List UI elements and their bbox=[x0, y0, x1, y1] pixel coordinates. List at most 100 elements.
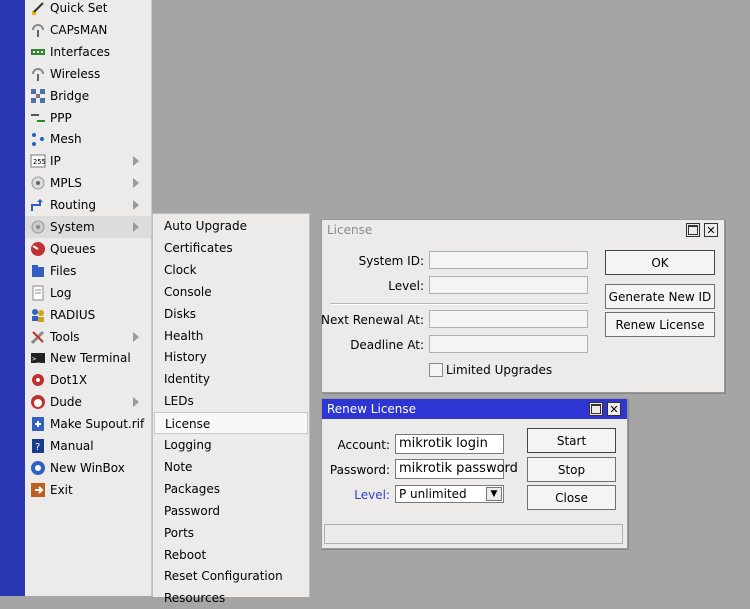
submenu-item-packages[interactable]: Packages bbox=[154, 478, 308, 500]
sidebar-item-ppp[interactable]: PPP bbox=[25, 107, 151, 129]
sidebar-item-exit[interactable]: Exit bbox=[25, 479, 151, 501]
submenu-item-label: LEDs bbox=[164, 394, 194, 409]
sidebar-item-label: IP bbox=[50, 154, 61, 169]
sidebar-item-capsman[interactable]: CAPsMAN bbox=[25, 19, 151, 41]
close-window-button[interactable]: ✕ bbox=[704, 223, 718, 237]
submenu-arrow-icon bbox=[133, 200, 139, 211]
sidebar-item-system[interactable]: System bbox=[25, 216, 151, 238]
submenu-arrow-icon bbox=[133, 178, 139, 189]
submenu-item-label: Health bbox=[164, 328, 204, 343]
close-button[interactable]: Close bbox=[527, 485, 616, 510]
submenu-item-reboot[interactable]: Reboot bbox=[154, 544, 308, 566]
submenu-item-auto-upgrade[interactable]: Auto Upgrade bbox=[154, 215, 308, 237]
submenu-item-label: History bbox=[164, 350, 207, 365]
start-button[interactable]: Start bbox=[527, 428, 616, 453]
status-bar bbox=[324, 524, 623, 544]
license-window-titlebar[interactable]: License ✕ bbox=[322, 220, 724, 240]
submenu-item-label: Reset Configuration bbox=[164, 569, 283, 584]
submenu-item-license[interactable]: License bbox=[154, 412, 308, 435]
maximize-button[interactable] bbox=[686, 223, 700, 237]
ok-button[interactable]: OK bbox=[605, 250, 715, 275]
sidebar-item-wireless[interactable]: Wireless bbox=[25, 63, 151, 85]
dropdown-button[interactable]: ▼ bbox=[486, 487, 502, 501]
sidebar-item-ip[interactable]: 255 IP bbox=[25, 150, 151, 172]
sidebar-item-manual[interactable]: ? Manual bbox=[25, 435, 151, 457]
renew-license-button[interactable]: Renew License bbox=[605, 312, 715, 337]
maximize-button[interactable] bbox=[589, 402, 603, 416]
submenu-item-certificates[interactable]: Certificates bbox=[154, 237, 308, 259]
submenu-item-disks[interactable]: Disks bbox=[154, 303, 308, 325]
sidebar-item-label: Dot1X bbox=[50, 373, 88, 388]
submenu-item-reset-configuration[interactable]: Reset Configuration bbox=[154, 565, 308, 587]
sidebar-item-bridge[interactable]: Bridge bbox=[25, 85, 151, 107]
sidebar-item-routing[interactable]: Routing bbox=[25, 194, 151, 216]
submenu-arrow-icon bbox=[133, 331, 139, 342]
submenu-item-health[interactable]: Health bbox=[154, 325, 308, 347]
next-renewal-field[interactable] bbox=[429, 310, 588, 328]
sidebar-item-label: Queues bbox=[50, 241, 96, 256]
system-icon bbox=[30, 219, 46, 235]
close-icon: ✕ bbox=[609, 402, 619, 416]
license-window-title: License bbox=[327, 223, 373, 237]
winbox-icon bbox=[30, 460, 46, 476]
sidebar-item-tools[interactable]: Tools bbox=[25, 326, 151, 348]
sidebar-item-dude[interactable]: Dude bbox=[25, 391, 151, 413]
submenu-item-logging[interactable]: Logging bbox=[154, 434, 308, 456]
level-field[interactable] bbox=[429, 276, 588, 294]
password-input[interactable]: mikrotik password bbox=[395, 459, 518, 479]
sidebar-item-queues[interactable]: Queues bbox=[25, 238, 151, 260]
sidebar-item-new-terminal[interactable]: >_ New Terminal bbox=[25, 347, 151, 369]
submenu-arrow-icon bbox=[133, 156, 139, 167]
routing-icon bbox=[30, 197, 46, 213]
next-renewal-label: Next Renewal At: bbox=[320, 313, 424, 327]
supout-icon bbox=[30, 416, 46, 432]
ppp-icon bbox=[30, 110, 46, 126]
sidebar-item-label: Tools bbox=[50, 329, 80, 344]
deadline-field[interactable] bbox=[429, 335, 588, 353]
submenu-arrow-icon bbox=[133, 222, 139, 232]
main-menu: Quick Set CAPsMAN Interfaces Wireless Bridge… bbox=[25, 0, 152, 596]
sidebar-item-new-winbox[interactable]: New WinBox bbox=[25, 457, 151, 479]
submenu-item-label: Disks bbox=[164, 306, 197, 321]
sidebar-item-mesh[interactable]: Mesh bbox=[25, 128, 151, 150]
mesh-icon bbox=[30, 131, 46, 147]
submenu-item-ports[interactable]: Ports bbox=[154, 522, 308, 544]
level-select[interactable]: P unlimited ▼ bbox=[395, 485, 504, 503]
submenu-item-clock[interactable]: Clock bbox=[154, 259, 308, 281]
close-window-button[interactable]: ✕ bbox=[607, 402, 621, 416]
radius-icon bbox=[30, 307, 46, 323]
sidebar-item-radius[interactable]: RADIUS bbox=[25, 304, 151, 326]
submenu-item-note[interactable]: Note bbox=[154, 456, 308, 478]
submenu-item-leds[interactable]: LEDs bbox=[154, 390, 308, 412]
stop-button[interactable]: Stop bbox=[527, 457, 616, 482]
system-id-label: System ID: bbox=[358, 254, 424, 268]
sidebar-item-dot1x[interactable]: Dot1X bbox=[25, 369, 151, 391]
submenu-item-console[interactable]: Console bbox=[154, 281, 308, 303]
limited-upgrades-checkbox[interactable] bbox=[429, 363, 443, 377]
sidebar-item-log[interactable]: Log bbox=[25, 282, 151, 304]
submenu-item-password[interactable]: Password bbox=[154, 500, 308, 522]
level-select-value: P unlimited bbox=[399, 487, 467, 501]
submenu-item-identity[interactable]: Identity bbox=[154, 368, 308, 390]
renew-window-titlebar[interactable]: Renew License ✕ bbox=[322, 399, 627, 419]
submenu-item-label: Packages bbox=[164, 481, 220, 496]
sidebar-item-label: Make Supout.rif bbox=[50, 417, 145, 432]
svg-text:>_: >_ bbox=[32, 355, 41, 363]
sidebar-item-label: Manual bbox=[50, 439, 94, 453]
submenu-arrow-icon bbox=[133, 397, 139, 408]
log-icon bbox=[30, 285, 46, 301]
submenu-item-resources[interactable]: Resources bbox=[154, 587, 308, 609]
sidebar-item-quick-set[interactable]: Quick Set bbox=[25, 0, 151, 19]
system-submenu: Auto Upgrade Certificates Clock Console Disk… bbox=[152, 213, 310, 605]
generate-new-id-button[interactable]: Generate New ID bbox=[605, 284, 715, 309]
dropdown-arrow-icon: ▼ bbox=[490, 488, 498, 499]
sidebar-item-interfaces[interactable]: Interfaces bbox=[25, 41, 151, 63]
ip-icon: 255 bbox=[30, 153, 46, 169]
submenu-item-history[interactable]: History bbox=[154, 346, 308, 368]
sidebar-item-make-supout-rif[interactable]: Make Supout.rif bbox=[25, 413, 151, 435]
account-input[interactable]: mikrotik login bbox=[395, 434, 504, 454]
system-id-field[interactable] bbox=[429, 251, 588, 269]
sidebar-item-mpls[interactable]: MPLS bbox=[25, 172, 151, 194]
sidebar-item-files[interactable]: Files bbox=[25, 260, 151, 282]
manual-icon: ? bbox=[30, 438, 46, 454]
